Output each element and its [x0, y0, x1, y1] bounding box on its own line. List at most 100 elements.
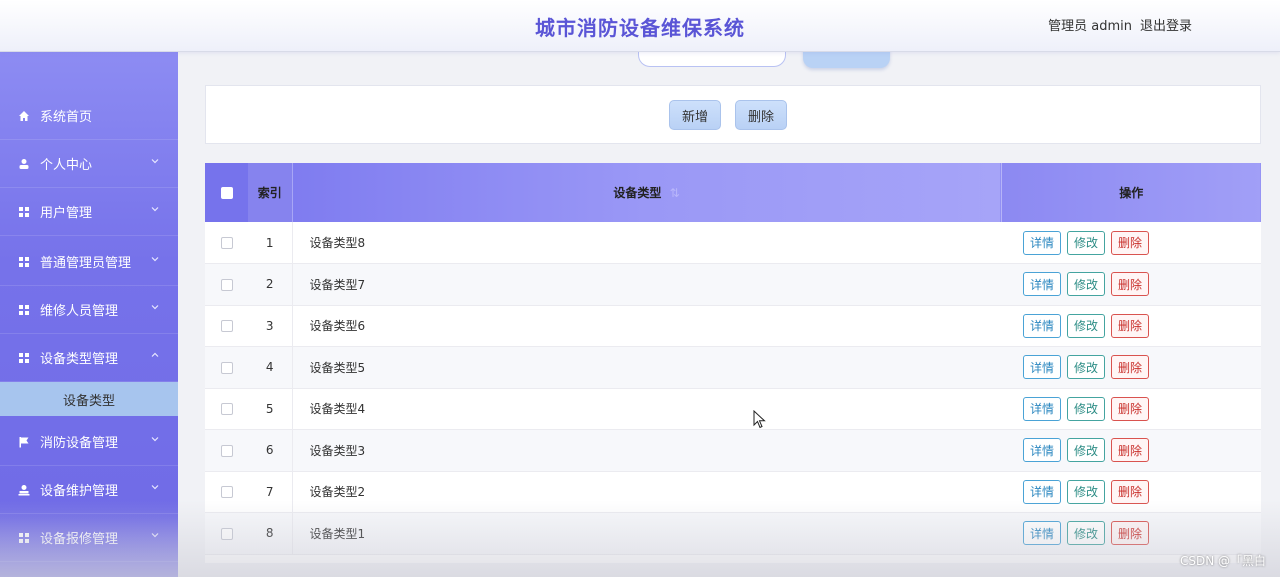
- sidebar-item-personal-center[interactable]: 个人中心: [0, 140, 178, 188]
- row-delete-button[interactable]: 删除: [1111, 479, 1149, 504]
- row-checkbox[interactable]: [220, 320, 233, 333]
- sidebar-item-label: 普通管理员管理: [40, 256, 132, 271]
- row-actions: 详情 修改 删除: [1001, 471, 1261, 513]
- data-table: 索引 设备类型 ⇅ 操作 1 设备类型8 详情 修改 删除 2 设备类型7 详情 修改 删除 3 设备…: [205, 163, 1261, 563]
- sort-icon[interactable]: ⇅: [670, 186, 680, 200]
- sidebar-item-home[interactable]: 系统首页: [0, 92, 178, 140]
- delete-button[interactable]: 删除: [735, 100, 788, 130]
- row-device-type: 设备类型7: [309, 277, 366, 292]
- column-header-index: 索引: [248, 163, 293, 222]
- sidebar-item-repair-staff-management[interactable]: 维修人员管理: [0, 286, 178, 334]
- action-bar: 新增 删除: [205, 85, 1261, 144]
- row-delete-button[interactable]: 删除: [1111, 355, 1149, 380]
- row-actions: 详情 修改 删除: [1001, 513, 1261, 555]
- table-row: 5 设备类型4 详情 修改 删除: [205, 388, 1261, 430]
- column-header-type[interactable]: 设备类型 ⇅: [292, 163, 1001, 222]
- watermark: CSDN @「黑白: [1179, 554, 1266, 568]
- sidebar-item-fire-equipment-management[interactable]: 消防设备管理: [0, 418, 178, 466]
- row-index: 1: [248, 222, 293, 264]
- sidebar-item-device-type-management[interactable]: 设备类型管理: [0, 334, 178, 382]
- row-checkbox-cell: [205, 471, 248, 513]
- row-checkbox-cell: [205, 222, 248, 264]
- person-icon: [18, 484, 30, 496]
- row-checkbox[interactable]: [220, 444, 233, 457]
- table-row: 8 设备类型1 详情 修改 删除: [205, 512, 1261, 555]
- sidebar: 系统首页 个人中心 用户管理 普通管理员管理 维修人员管理 设备类型管理 设备类…: [0, 52, 178, 577]
- sidebar-item-label: 设备维护管理: [40, 484, 119, 499]
- detail-button[interactable]: 详情: [1023, 479, 1061, 504]
- row-delete-button[interactable]: 删除: [1111, 396, 1149, 421]
- row-device-type: 设备类型3: [309, 443, 366, 458]
- chevron-down-icon: [151, 159, 159, 164]
- row-checkbox[interactable]: [220, 361, 233, 374]
- table-row: 1 设备类型8 详情 修改 删除: [205, 222, 1261, 264]
- row-checkbox[interactable]: [220, 486, 233, 499]
- table-row: 2 设备类型7 详情 修改 删除: [205, 263, 1261, 306]
- edit-button[interactable]: 修改: [1067, 479, 1105, 504]
- sidebar-item-label: 设备类型管理: [40, 352, 119, 367]
- chevron-down-icon: [151, 485, 159, 490]
- row-checkbox-cell: [205, 264, 248, 306]
- row-checkbox[interactable]: [220, 237, 233, 249]
- table-row: 4 设备类型5 详情 修改 删除: [205, 346, 1261, 389]
- row-actions: 详情 修改 删除: [1001, 222, 1261, 264]
- column-header-ops: 操作: [1000, 163, 1261, 222]
- sidebar-item-label: 维修人员管理: [40, 304, 119, 319]
- row-index: 5: [248, 388, 293, 430]
- row-actions: 详情 修改 删除: [1001, 305, 1261, 347]
- grid-icon: [18, 532, 30, 544]
- edit-button[interactable]: 修改: [1067, 272, 1105, 297]
- row-device-type: 设备类型5: [309, 360, 366, 375]
- grid-icon: [18, 206, 30, 218]
- row-delete-button[interactable]: 删除: [1111, 230, 1149, 255]
- sidebar-item-admin-management[interactable]: 普通管理员管理: [0, 238, 178, 286]
- row-delete-button[interactable]: 删除: [1111, 438, 1149, 463]
- row-checkbox-cell: [205, 347, 248, 389]
- row-checkbox-cell: [205, 388, 248, 430]
- detail-button[interactable]: 详情: [1023, 313, 1061, 338]
- sidebar-item-maintenance-management[interactable]: 设备维护管理: [0, 466, 178, 514]
- detail-button[interactable]: 详情: [1023, 396, 1061, 421]
- edit-button[interactable]: 修改: [1067, 313, 1105, 338]
- row-delete-button[interactable]: 删除: [1111, 521, 1149, 546]
- detail-button[interactable]: 详情: [1023, 230, 1061, 255]
- row-actions: 详情 修改 删除: [1001, 264, 1261, 306]
- grid-icon: [18, 256, 30, 268]
- row-device-type: 设备类型6: [309, 319, 366, 334]
- detail-button[interactable]: 详情: [1023, 272, 1061, 297]
- home-icon: [18, 110, 30, 122]
- detail-button[interactable]: 详情: [1023, 355, 1061, 380]
- row-checkbox[interactable]: [220, 527, 233, 540]
- edit-button[interactable]: 修改: [1067, 521, 1105, 546]
- chevron-down-icon: [151, 305, 159, 310]
- add-button[interactable]: 新增: [669, 100, 722, 130]
- row-delete-button[interactable]: 删除: [1111, 272, 1149, 297]
- row-checkbox[interactable]: [220, 403, 233, 416]
- chevron-down-icon: [151, 257, 159, 262]
- row-delete-button[interactable]: 删除: [1111, 313, 1149, 338]
- sidebar-item-user-management[interactable]: 用户管理: [0, 188, 178, 236]
- select-all-checkbox[interactable]: [205, 163, 248, 222]
- edit-button[interactable]: 修改: [1067, 230, 1105, 255]
- logout-link[interactable]: 退出登录: [1140, 15, 1192, 34]
- row-actions: 详情 修改 删除: [1001, 388, 1261, 430]
- column-header-type-label: 设备类型: [613, 186, 662, 200]
- detail-button[interactable]: 详情: [1023, 521, 1061, 546]
- row-index: 7: [248, 471, 293, 513]
- row-index: 6: [248, 429, 293, 471]
- edit-button[interactable]: 修改: [1067, 438, 1105, 463]
- row-index: 3: [248, 305, 293, 347]
- row-checkbox-cell: [205, 513, 248, 555]
- row-checkbox[interactable]: [220, 278, 233, 291]
- user-area: 管理员 admin 退出登录: [1048, 15, 1192, 34]
- detail-button[interactable]: 详情: [1023, 438, 1061, 463]
- row-index: 8: [248, 512, 293, 554]
- row-device-type: 设备类型1: [309, 526, 366, 541]
- chevron-down-icon: [151, 437, 159, 442]
- sidebar-item-repair-report-management[interactable]: 设备报修管理: [0, 514, 178, 562]
- table-row: 3 设备类型6 详情 修改 删除: [205, 305, 1261, 347]
- person-icon: [18, 158, 30, 170]
- sidebar-subitem-device-type[interactable]: 设备类型: [0, 382, 178, 416]
- edit-button[interactable]: 修改: [1067, 355, 1105, 380]
- edit-button[interactable]: 修改: [1067, 396, 1105, 421]
